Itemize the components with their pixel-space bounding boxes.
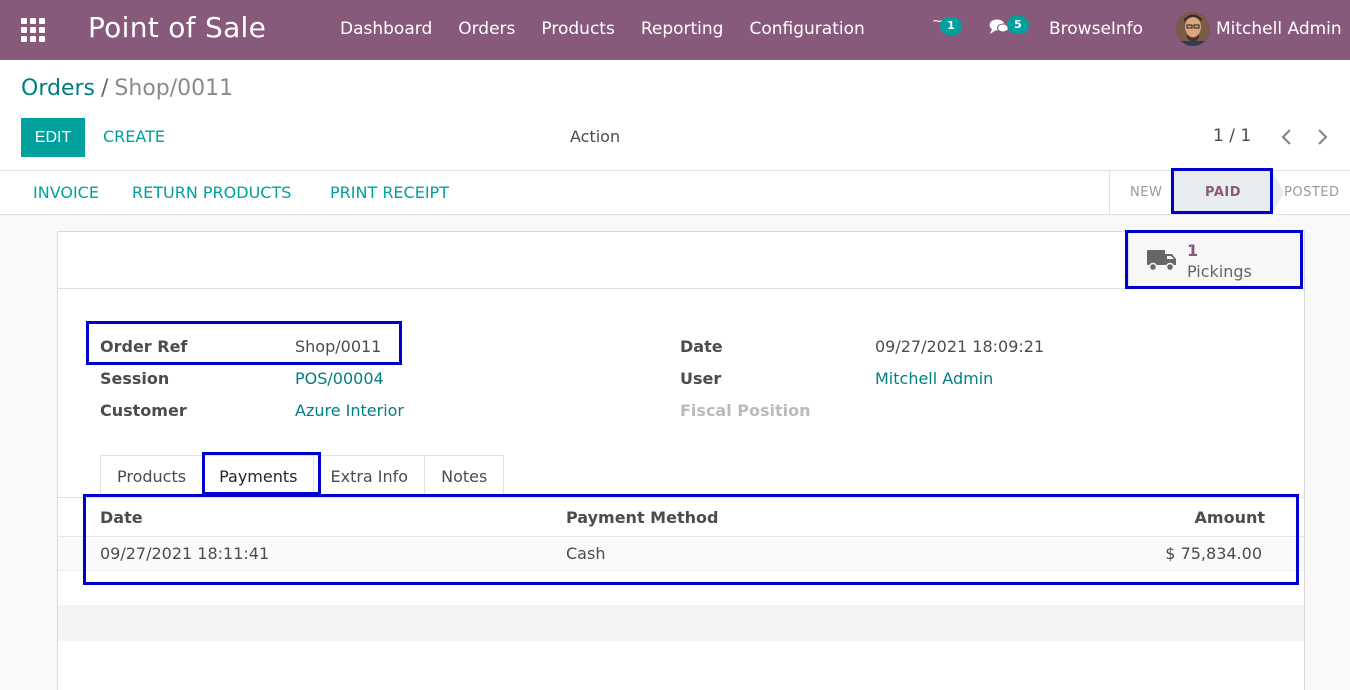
date-value: 09/27/2021 18:09:21 — [875, 337, 1045, 356]
app-title[interactable]: Point of Sale — [88, 11, 266, 44]
pager-next-icon[interactable] — [1312, 126, 1332, 148]
tab-payments[interactable]: Payments — [202, 455, 315, 497]
breadcrumb: Orders / Shop/0011 — [21, 76, 233, 101]
table-footer — [58, 605, 1304, 641]
edit-button[interactable]: EDIT — [21, 118, 85, 157]
status-stages: NEW PAID POSTED — [1109, 171, 1350, 214]
pager-value[interactable]: 1 / 1 — [1213, 126, 1251, 146]
table-header: Date Payment Method Amount — [58, 498, 1304, 537]
stage-paid: PAID — [1174, 171, 1272, 214]
tab-extra-info[interactable]: Extra Info — [313, 455, 426, 497]
messaging-menu[interactable]: 5 — [988, 14, 1032, 44]
user-label: User — [680, 369, 722, 388]
invoice-button[interactable]: INVOICE — [33, 183, 99, 202]
truck-icon — [1147, 248, 1177, 276]
menu-products[interactable]: Products — [541, 19, 614, 39]
column-date[interactable]: Date — [100, 508, 143, 527]
avatar[interactable] — [1176, 12, 1210, 46]
form-statusbar: INVOICE RETURN PRODUCTS PRINT RECEIPT NE… — [0, 170, 1350, 215]
pickings-label: Pickings — [1187, 262, 1252, 281]
stage-arrow-icon — [1272, 171, 1284, 214]
tab-notes[interactable]: Notes — [424, 455, 505, 497]
action-dropdown[interactable]: Action — [570, 127, 620, 146]
user-avatar-image — [1176, 12, 1210, 46]
user-menu[interactable]: Mitchell Admin — [1216, 19, 1342, 39]
payment-method-cell: Cash — [566, 544, 606, 563]
breadcrumb-current: Shop/0011 — [114, 76, 234, 101]
breadcrumb-orders-link[interactable]: Orders — [21, 76, 95, 101]
menu-configuration[interactable]: Configuration — [749, 19, 864, 39]
apps-menu-icon[interactable] — [21, 18, 45, 42]
stage-new: NEW — [1130, 185, 1163, 200]
menu-orders[interactable]: Orders — [458, 19, 515, 39]
customer-label: Customer — [100, 401, 187, 420]
menu-dashboard[interactable]: Dashboard — [340, 19, 432, 39]
session-label: Session — [100, 369, 170, 388]
activity-count-badge: 1 — [940, 17, 962, 35]
payments-table: Date Payment Method Amount 09/27/2021 18… — [58, 498, 1304, 641]
order-ref-value: Shop/0011 — [295, 337, 382, 356]
pickings-count: 1 — [1187, 241, 1199, 260]
payment-date-cell: 09/27/2021 18:11:41 — [100, 544, 270, 563]
top-navbar: Point of Sale Dashboard Orders Products … — [0, 0, 1350, 60]
fiscal-position-label: Fiscal Position — [680, 401, 811, 420]
print-receipt-button[interactable]: PRINT RECEIPT — [330, 183, 449, 202]
chat-bubble-icon — [989, 19, 1009, 34]
smart-button-box: 1 Pickings — [58, 232, 1304, 289]
stage-posted: POSTED — [1284, 185, 1340, 200]
company-switcher[interactable]: BrowseInfo — [1049, 19, 1143, 39]
main-menu: Dashboard Orders Products Reporting Conf… — [340, 19, 891, 39]
order-ref-label: Order Ref — [100, 337, 188, 356]
create-button[interactable]: CREATE — [103, 127, 165, 146]
date-label: Date — [680, 337, 723, 356]
column-payment-method[interactable]: Payment Method — [566, 508, 718, 527]
table-row[interactable]: 09/27/2021 18:11:41 Cash $ 75,834.00 — [58, 537, 1304, 571]
activity-menu[interactable]: ~ 1 — [930, 14, 966, 44]
notebook-tabs: Products Payments Extra Info Notes — [100, 455, 505, 497]
payment-amount-cell: $ 75,834.00 — [1165, 544, 1262, 563]
menu-reporting[interactable]: Reporting — [641, 19, 724, 39]
pickings-smart-button[interactable]: 1 Pickings — [1128, 232, 1304, 289]
pager-previous-icon[interactable] — [1277, 126, 1297, 148]
tab-products[interactable]: Products — [100, 455, 204, 497]
user-link[interactable]: Mitchell Admin — [875, 369, 993, 388]
message-count-badge: 5 — [1007, 16, 1029, 34]
form-sheet: 1 Pickings Order Ref Shop/0011 Session P… — [57, 231, 1305, 690]
session-link[interactable]: POS/00004 — [295, 369, 384, 388]
return-products-button[interactable]: RETURN PRODUCTS — [132, 183, 291, 202]
breadcrumb-separator: / — [100, 76, 109, 101]
customer-link[interactable]: Azure Interior — [295, 401, 404, 420]
column-amount[interactable]: Amount — [1195, 508, 1265, 527]
